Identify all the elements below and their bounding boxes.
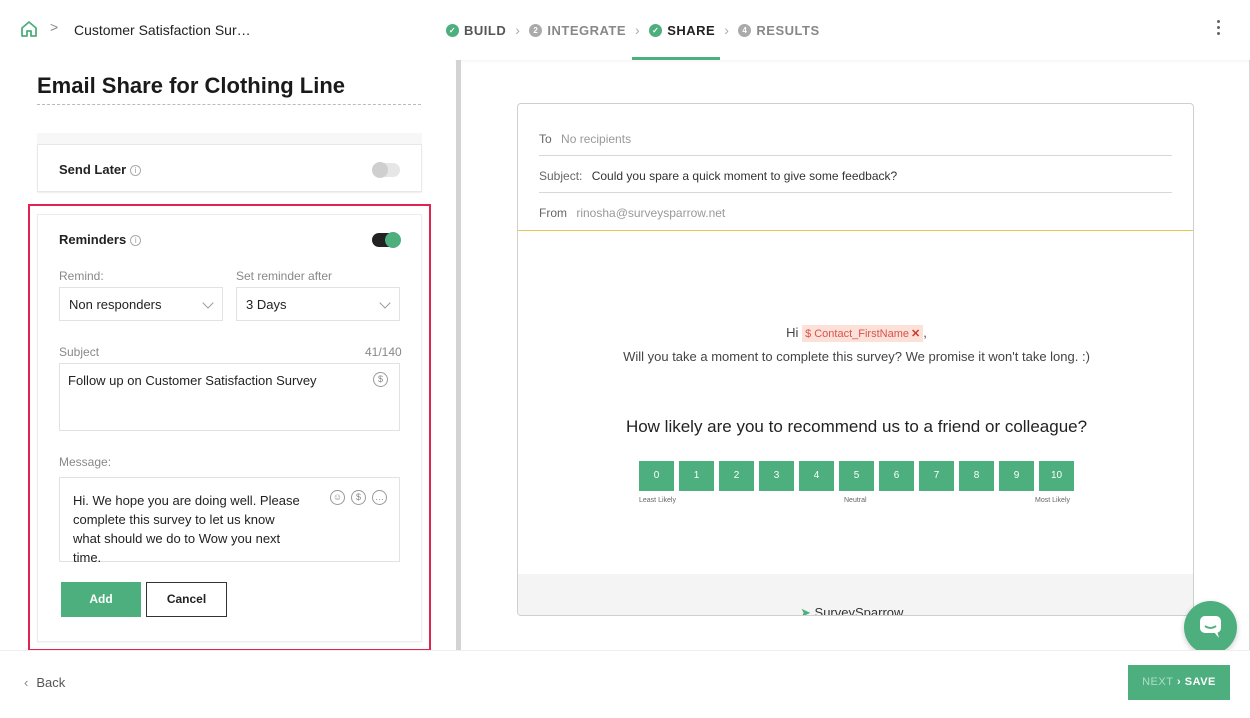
step-results[interactable]: 4 RESULTS	[738, 23, 819, 38]
subject-preview-label: Subject:	[539, 169, 583, 183]
contact-firstname-token[interactable]: $ Contact_FirstName ✕	[802, 325, 924, 342]
nps-option[interactable]: 9	[999, 461, 1034, 491]
step-integrate[interactable]: 2 INTEGRATE	[529, 23, 626, 38]
most-likely-label: Most Likely	[1035, 497, 1071, 504]
send-later-label: Send Later	[59, 162, 127, 177]
step-results-label: RESULTS	[756, 22, 820, 38]
nps-option[interactable]: 1	[679, 461, 714, 491]
email-footer: ➤ SurveySparrow	[518, 574, 1193, 616]
page: > Customer Satisfaction Sur… ✓ BUILD › 2…	[0, 0, 1250, 718]
remove-icon[interactable]: ✕	[911, 328, 920, 340]
next-save-button[interactable]: NEXT › SAVE	[1128, 665, 1230, 700]
sparrow-logo-icon: ➤	[800, 605, 811, 616]
nps-scale: 0 1 2 3 4 5 6 7 8 9 10	[639, 461, 1074, 491]
nps-option[interactable]: 6	[879, 461, 914, 491]
chevron-right-icon: ›	[515, 22, 521, 38]
reminders-highlight-box	[28, 204, 431, 651]
step-integrate-label: INTEGRATE	[547, 22, 627, 38]
nps-option[interactable]: 3	[759, 461, 794, 491]
step-build-label: BUILD	[464, 22, 507, 38]
step-number-icon: 4	[738, 23, 752, 37]
survey-title-breadcrumb[interactable]: Customer Satisfaction Sur…	[74, 22, 251, 38]
to-value: No recipients	[561, 132, 632, 146]
email-body-text: Will you take a moment to complete this …	[623, 349, 1090, 364]
nps-option[interactable]: 5	[839, 461, 874, 491]
nps-question: How likely are you to recommend us to a …	[625, 417, 1088, 436]
nps-option[interactable]: 2	[719, 461, 754, 491]
check-icon: ✓	[446, 23, 459, 37]
from-label: From	[539, 206, 567, 220]
top-bar: > Customer Satisfaction Sur… ✓ BUILD › 2…	[0, 0, 1250, 60]
chevron-right-icon: ›	[1177, 676, 1185, 688]
neutral-label: Neutral	[844, 497, 867, 504]
check-icon: ✓	[649, 23, 663, 37]
nps-option[interactable]: 4	[799, 461, 834, 491]
email-subject-row: Subject: Could you spare a quick moment …	[539, 156, 1172, 193]
email-from-row: From rinosha@surveysparrow.net	[539, 193, 1172, 230]
send-later-toggle[interactable]	[372, 162, 400, 178]
page-title[interactable]: Email Share for Clothing Line	[37, 73, 421, 105]
nps-option[interactable]: 0	[639, 461, 674, 491]
email-greeting: Hi $ Contact_FirstName ✕, Will you take a…	[518, 325, 1193, 364]
save-label: SAVE	[1184, 676, 1216, 688]
subject-preview-value: Could you spare a quick moment to give s…	[591, 169, 898, 183]
from-value: rinosha@surveysparrow.net	[576, 206, 726, 220]
active-step-indicator	[632, 57, 720, 60]
next-label: NEXT	[1142, 676, 1174, 688]
email-preview: To No recipients Subject: Could you spar…	[517, 103, 1194, 616]
step-share-label: SHARE	[667, 22, 716, 38]
panel-scrollbar[interactable]	[456, 60, 461, 650]
send-later-card: Send Later i	[37, 144, 422, 192]
info-icon[interactable]: i	[130, 165, 142, 176]
step-share[interactable]: ✓ SHARE	[649, 23, 715, 38]
nps-option[interactable]: 10	[1039, 461, 1074, 491]
back-button[interactable]: ‹ Back	[24, 675, 65, 690]
chevron-right-icon: ›	[724, 22, 730, 38]
more-options-icon[interactable]	[1215, 20, 1221, 40]
email-to-row: To No recipients	[539, 119, 1172, 156]
back-label: Back	[36, 675, 66, 690]
chevron-left-icon: ‹	[24, 675, 29, 690]
send-later-heading: Send Later i	[59, 162, 142, 177]
least-likely-label: Least Likely	[639, 497, 676, 504]
nps-option[interactable]: 7	[919, 461, 954, 491]
chat-button[interactable]	[1184, 601, 1237, 654]
breadcrumb-separator: >	[50, 19, 59, 35]
token-label: $ Contact_FirstName	[805, 328, 909, 340]
home-icon[interactable]	[19, 19, 39, 39]
greeting-text: Hi	[786, 325, 799, 340]
step-number-icon: 2	[529, 23, 543, 37]
brand-name: SurveySparrow	[814, 605, 904, 616]
chat-icon	[1200, 616, 1221, 638]
step-build[interactable]: ✓ BUILD	[446, 23, 506, 38]
brand-logo: ➤ SurveySparrow	[800, 605, 904, 616]
nps-option[interactable]: 8	[959, 461, 994, 491]
step-navigation: ✓ BUILD › 2 INTEGRATE › ✓ SHARE › 4 RESU…	[446, 22, 820, 38]
bottom-bar: ‹ Back NEXT › SAVE	[0, 650, 1250, 718]
chevron-right-icon: ›	[635, 22, 641, 38]
to-label: To	[539, 132, 552, 146]
